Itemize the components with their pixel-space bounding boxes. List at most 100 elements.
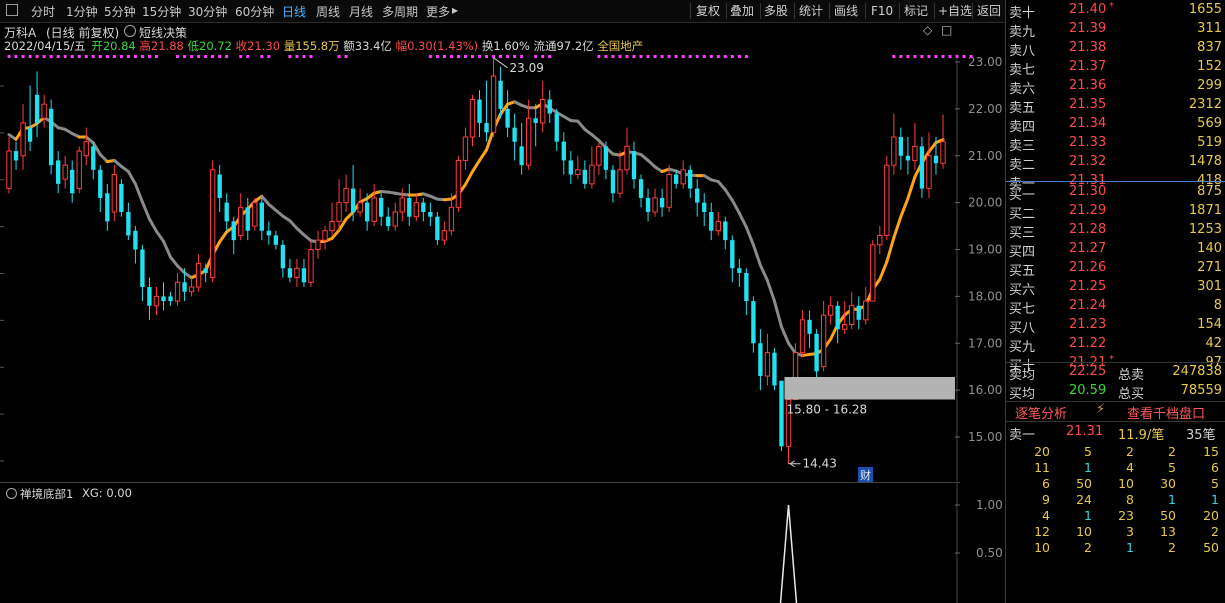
- settings-gear-icon[interactable]: [124, 25, 136, 37]
- bid-row[interactable]: 买九 21.22 42: [1006, 335, 1225, 355]
- candle: [455, 155, 462, 212]
- queue-cell: 2: [1126, 444, 1134, 459]
- candle: [737, 258, 742, 287]
- ask-row[interactable]: 卖八 21.38 837: [1006, 39, 1225, 59]
- candle: [70, 160, 75, 203]
- bid-row[interactable]: 买三 21.28 1253: [1006, 221, 1225, 241]
- stat-change: 0.30(1.43%): [407, 39, 479, 53]
- candle: [217, 165, 222, 212]
- candle-body: [744, 272, 749, 302]
- signal-dot: [478, 55, 482, 58]
- period-tab-30min[interactable]: 30分钟: [188, 3, 227, 20]
- candle: [477, 90, 482, 137]
- ask-row[interactable]: 卖五 21.35 2312: [1006, 96, 1225, 116]
- stat-sector[interactable]: 全国地产: [597, 38, 643, 54]
- ask-row[interactable]: 卖四 21.34 569: [1006, 115, 1225, 135]
- signal-dot: [962, 55, 966, 58]
- ask-price: 21.33: [1069, 135, 1107, 150]
- signal-dot: [548, 55, 552, 58]
- candle: [386, 207, 391, 231]
- indicator-chart[interactable]: 1.00 0.50: [0, 483, 1005, 603]
- candle-body: [379, 197, 384, 217]
- candlestick-chart[interactable]: 23.00 22.00 21.00 20.00 19.00 18.00 17.00 16.00…: [0, 54, 1005, 482]
- queue-cell: 10: [1076, 524, 1092, 539]
- lightning-icon[interactable]: ⚡: [1096, 402, 1105, 417]
- back-button[interactable]: 返回: [977, 2, 1001, 20]
- signal-dot: [639, 55, 643, 58]
- signal-dot: [428, 55, 432, 58]
- candle-body: [737, 268, 742, 273]
- chevron-right-icon[interactable]: ▸: [452, 3, 458, 17]
- candle: [631, 141, 637, 189]
- ma-line-segment: [140, 200, 151, 221]
- ask-price: 21.39: [1069, 21, 1107, 36]
- multi-stock-button[interactable]: 多股: [764, 2, 788, 20]
- signal-dot: [435, 55, 439, 58]
- fuquan-button[interactable]: 复权: [696, 2, 720, 20]
- candle-body: [912, 145, 918, 161]
- ask-row[interactable]: 卖三 21.33 519: [1006, 134, 1225, 154]
- diamond-icon[interactable]: ◇: [923, 23, 932, 37]
- period-tab-daily[interactable]: 日线: [282, 3, 306, 20]
- period-tab-5min[interactable]: 5分钟: [104, 3, 136, 20]
- sell1-queue-header: 卖一 21.31 11.9/笔 35笔: [1006, 423, 1225, 443]
- candle: [147, 277, 152, 320]
- period-tab-fenshi[interactable]: 分时: [31, 3, 55, 20]
- period-tab-15min[interactable]: 15分钟: [142, 3, 181, 20]
- signal-dot: [176, 55, 180, 58]
- bid-volume: 1253: [1188, 222, 1222, 237]
- ma-line-segment: [716, 180, 727, 192]
- queue-cell: 5: [1211, 476, 1219, 491]
- signal-dot: [84, 55, 88, 58]
- ask-row[interactable]: 卖七 21.37 152: [1006, 58, 1225, 78]
- tick-analysis-tab[interactable]: 逐笔分析: [1015, 403, 1067, 422]
- stat-turnover: 1.60%: [493, 39, 530, 53]
- period-tab-multi[interactable]: 多周期: [382, 3, 418, 20]
- f10-button[interactable]: F10: [871, 2, 893, 20]
- candle-body: [905, 155, 911, 161]
- add-watchlist-button[interactable]: +自选: [938, 2, 972, 20]
- period-tab-weekly[interactable]: 周线: [316, 3, 340, 20]
- candle-body: [827, 305, 834, 316]
- mark-button[interactable]: 标记: [904, 2, 928, 20]
- period-tab-1min[interactable]: 1分钟: [66, 3, 98, 20]
- ask-label: 卖六: [1009, 82, 1036, 97]
- bid-row[interactable]: 买七 21.24 8: [1006, 297, 1225, 317]
- bid-row[interactable]: 买五 21.26 271: [1006, 259, 1225, 279]
- view-depth-button[interactable]: 查看千档盘口: [1127, 403, 1205, 422]
- statistics-button[interactable]: 统计: [799, 2, 823, 20]
- ask-row[interactable]: 卖六 21.36 299: [1006, 77, 1225, 97]
- bid-row[interactable]: 买一 21.30 875: [1006, 183, 1225, 203]
- close-icon[interactable]: □: [941, 23, 952, 37]
- bid-row[interactable]: 买二 21.29 1871: [1006, 202, 1225, 222]
- ask-row[interactable]: 卖二 21.32 1478: [1006, 153, 1225, 173]
- candle-body: [174, 281, 181, 302]
- signal-dot: [267, 55, 271, 58]
- candle: [884, 155, 890, 241]
- candle: [688, 165, 693, 198]
- draw-line-button[interactable]: 画线: [834, 2, 858, 20]
- period-tab-monthly[interactable]: 月线: [349, 3, 373, 20]
- bid-row[interactable]: 买八 21.23 154: [1006, 316, 1225, 336]
- candle-body: [259, 202, 264, 231]
- ask-row[interactable]: 卖十 21.40 * 1655: [1006, 1, 1225, 21]
- bid-row[interactable]: 买六 21.25 301: [1006, 278, 1225, 298]
- candle-body: [505, 108, 510, 128]
- queue-cell: 2: [1168, 444, 1176, 459]
- candle: [133, 226, 138, 264]
- candle: [413, 193, 419, 222]
- bid-row[interactable]: 买四 21.27 140: [1006, 240, 1225, 260]
- indicator-panel-name[interactable]: 禅境底部1: [20, 486, 73, 502]
- overlay-button[interactable]: 叠加: [730, 2, 754, 20]
- signal-dot: [716, 55, 720, 58]
- period-tab-60min[interactable]: 60分钟: [235, 3, 274, 20]
- period-tab-more[interactable]: 更多: [426, 3, 450, 20]
- indicator-settings-icon[interactable]: [6, 488, 17, 499]
- candle-body: [111, 174, 118, 213]
- candle-body: [105, 193, 110, 222]
- ask-row[interactable]: 卖九 21.39 311: [1006, 20, 1225, 40]
- chart-toggle-icon[interactable]: [6, 4, 18, 16]
- candle: [730, 235, 735, 283]
- bid-price: 21.22: [1069, 336, 1107, 351]
- signal-dot: [737, 55, 741, 58]
